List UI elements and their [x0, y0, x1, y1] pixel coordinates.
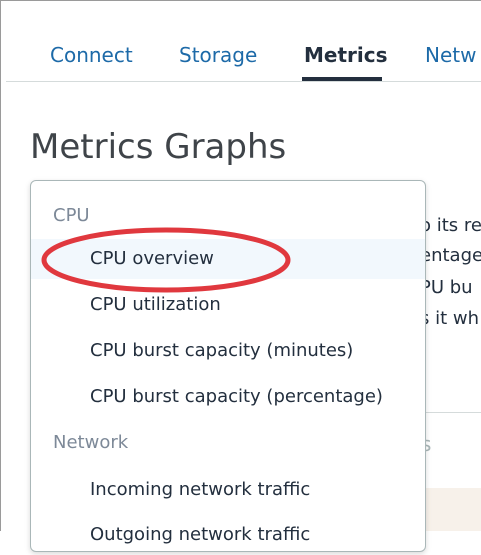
- background-text-line: PU bu: [420, 277, 473, 298]
- tab-metrics[interactable]: Metrics: [304, 42, 388, 68]
- tabs-divider: [6, 81, 481, 82]
- option-group-label-network: Network: [53, 432, 129, 453]
- option-cpu-burst-capacity-minutes[interactable]: CPU burst capacity (minutes): [31, 331, 425, 371]
- tab-connect[interactable]: Connect: [50, 42, 133, 68]
- option-label: Incoming network traffic: [90, 479, 311, 500]
- option-label: Outgoing network traffic: [90, 524, 311, 545]
- option-label: CPU overview: [90, 248, 214, 269]
- option-cpu-utilization[interactable]: CPU utilization: [31, 285, 425, 325]
- option-cpu-burst-capacity-percentage[interactable]: CPU burst capacity (percentage): [31, 377, 425, 417]
- background-text-line: entage: [420, 245, 481, 266]
- option-cpu-overview[interactable]: CPU overview: [31, 239, 425, 279]
- metrics-dropdown-menu[interactable]: CPU CPU overview CPU utilization CPU bur…: [30, 180, 426, 552]
- tab-storage[interactable]: Storage: [179, 42, 257, 68]
- option-group-label-cpu: CPU: [53, 205, 90, 226]
- option-label: CPU burst capacity (percentage): [90, 386, 383, 407]
- tab-bar: Connect Storage Metrics Netw: [0, 0, 481, 82]
- background-divider: [420, 412, 481, 413]
- page-title: Metrics Graphs: [30, 127, 287, 167]
- option-outgoing-network-traffic[interactable]: Outgoing network traffic: [31, 515, 425, 555]
- option-label: CPU utilization: [90, 294, 221, 315]
- tab-networking[interactable]: Netw: [425, 42, 476, 68]
- option-label: CPU burst capacity (minutes): [90, 340, 354, 361]
- background-text-line: s it wh: [420, 308, 480, 329]
- option-incoming-network-traffic[interactable]: Incoming network traffic: [31, 470, 425, 510]
- background-text-line: o its re: [420, 215, 481, 236]
- background-panel: [420, 488, 481, 531]
